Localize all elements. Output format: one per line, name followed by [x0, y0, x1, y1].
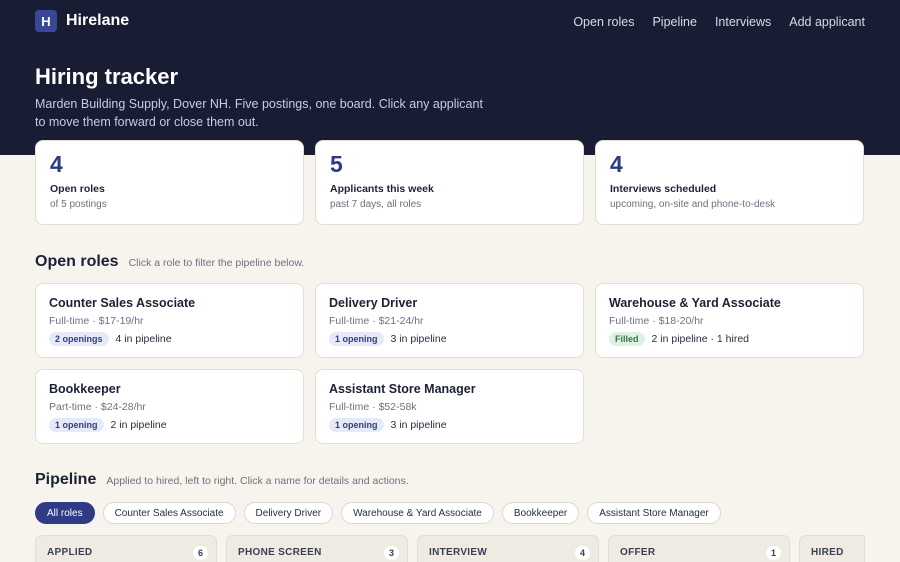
- openings-badge: 2 openings: [49, 332, 109, 346]
- section-title: Open roles: [35, 253, 119, 270]
- openings-badge: 1 opening: [49, 418, 104, 432]
- stat-sub: past 7 days, all roles: [330, 199, 422, 210]
- column-title: PHONE SCREEN: [238, 547, 322, 558]
- openings-badge: 1 opening: [329, 418, 384, 432]
- nav-add-applicant[interactable]: Add applicant: [789, 15, 865, 29]
- role-card-assistant-store-manager[interactable]: Assistant Store Manager Full-time · $52-…: [315, 369, 584, 444]
- stat-value: 5: [330, 151, 343, 177]
- filter-chip-bookkeeper[interactable]: Bookkeeper: [501, 502, 580, 524]
- role-card-counter-sales[interactable]: Counter Sales Associate Full-time · $17-…: [35, 283, 304, 358]
- stat-label: Open roles: [50, 183, 105, 195]
- role-status-line: 1 opening 3 in pipeline: [329, 418, 447, 432]
- role-meta: Full-time · $17-19/hr: [49, 315, 144, 327]
- stat-card-open-roles: 4 Open roles of 5 postings: [35, 140, 304, 225]
- pipeline-count: 3 in pipeline: [390, 419, 447, 431]
- filter-chip-all-roles[interactable]: All roles: [35, 502, 95, 524]
- filter-chip-assistant-store-manager[interactable]: Assistant Store Manager: [587, 502, 721, 524]
- top-nav: Open roles Pipeline Interviews Add appli…: [573, 15, 865, 29]
- column-title: HIRED: [811, 547, 844, 558]
- role-card-warehouse-yard[interactable]: Warehouse & Yard Associate Full-time · $…: [595, 283, 864, 358]
- role-card-delivery-driver[interactable]: Delivery Driver Full-time · $21-24/hr 1 …: [315, 283, 584, 358]
- nav-interviews[interactable]: Interviews: [715, 15, 771, 29]
- role-title: Assistant Store Manager: [329, 382, 476, 396]
- role-status-line: Filled 2 in pipeline · 1 hired: [609, 332, 749, 346]
- pipeline-count: 2 in pipeline: [110, 419, 167, 431]
- pipeline-column-applied: APPLIED 6: [35, 535, 217, 562]
- pipeline-count: 2 in pipeline · 1 hired: [651, 333, 749, 345]
- stat-sub: upcoming, on-site and phone-to-desk: [610, 199, 776, 210]
- role-meta: Part-time · $24-28/hr: [49, 401, 146, 413]
- column-count: 6: [193, 546, 208, 560]
- stat-value: 4: [50, 151, 63, 177]
- brand-logo: H: [35, 10, 57, 32]
- role-title: Bookkeeper: [49, 382, 121, 396]
- openings-badge: 1 opening: [329, 332, 384, 346]
- filled-badge: Filled: [609, 332, 645, 346]
- pipeline-count: 3 in pipeline: [390, 333, 447, 345]
- brand[interactable]: H Hirelane: [35, 10, 129, 32]
- column-count: 3: [384, 546, 399, 560]
- role-meta: Full-time · $52-58k: [329, 401, 417, 413]
- section-title: Pipeline: [35, 471, 97, 488]
- page-header: H Hirelane Open roles Pipeline Interview…: [0, 0, 900, 155]
- role-card-bookkeeper[interactable]: Bookkeeper Part-time · $24-28/hr 1 openi…: [35, 369, 304, 444]
- stat-value: 4: [610, 151, 623, 177]
- page-subtitle: Marden Building Supply, Dover NH. Five p…: [35, 97, 483, 129]
- nav-pipeline[interactable]: Pipeline: [652, 15, 696, 29]
- stat-card-applicants: 5 Applicants this week past 7 days, all …: [315, 140, 584, 225]
- filter-chip-warehouse-yard[interactable]: Warehouse & Yard Associate: [341, 502, 494, 524]
- pipeline-header: Pipeline Applied to hired, left to right…: [35, 471, 409, 489]
- section-hint: Click a role to filter the pipeline belo…: [128, 257, 305, 269]
- brand-name: Hirelane: [66, 12, 130, 29]
- pipeline-column-interview: INTERVIEW 4: [417, 535, 599, 562]
- column-title: APPLIED: [47, 547, 93, 558]
- stat-label: Interviews scheduled: [610, 183, 717, 195]
- pipeline-column-offer: OFFER 1: [608, 535, 790, 562]
- role-meta: Full-time · $18-20/hr: [609, 315, 704, 327]
- column-title: OFFER: [620, 547, 656, 558]
- column-count: 1: [766, 546, 781, 560]
- column-count: 4: [575, 546, 590, 560]
- role-status-line: 2 openings 4 in pipeline: [49, 332, 172, 346]
- role-meta: Full-time · $21-24/hr: [329, 315, 424, 327]
- role-status-line: 1 opening 3 in pipeline: [329, 332, 447, 346]
- pipeline-column-hired: HIRED: [799, 535, 865, 562]
- filter-chip-delivery-driver[interactable]: Delivery Driver: [243, 502, 334, 524]
- stat-sub: of 5 postings: [50, 199, 107, 210]
- role-status-line: 1 opening 2 in pipeline: [49, 418, 167, 432]
- role-filter-chips: All roles Counter Sales Associate Delive…: [35, 502, 721, 524]
- pipeline-count: 4 in pipeline: [115, 333, 172, 345]
- section-hint: Applied to hired, left to right. Click a…: [106, 475, 409, 487]
- role-title: Counter Sales Associate: [49, 296, 196, 310]
- stat-label: Applicants this week: [330, 183, 434, 195]
- column-title: INTERVIEW: [429, 547, 488, 558]
- open-roles-header: Open roles Click a role to filter the pi…: [35, 253, 304, 271]
- nav-open-roles[interactable]: Open roles: [573, 15, 634, 29]
- role-title: Warehouse & Yard Associate: [609, 296, 781, 310]
- page-title: Hiring tracker: [35, 64, 179, 89]
- role-title: Delivery Driver: [329, 296, 418, 310]
- pipeline-column-phone-screen: PHONE SCREEN 3: [226, 535, 408, 562]
- filter-chip-counter-sales[interactable]: Counter Sales Associate: [102, 502, 236, 524]
- stat-card-interviews: 4 Interviews scheduled upcoming, on-site…: [595, 140, 864, 225]
